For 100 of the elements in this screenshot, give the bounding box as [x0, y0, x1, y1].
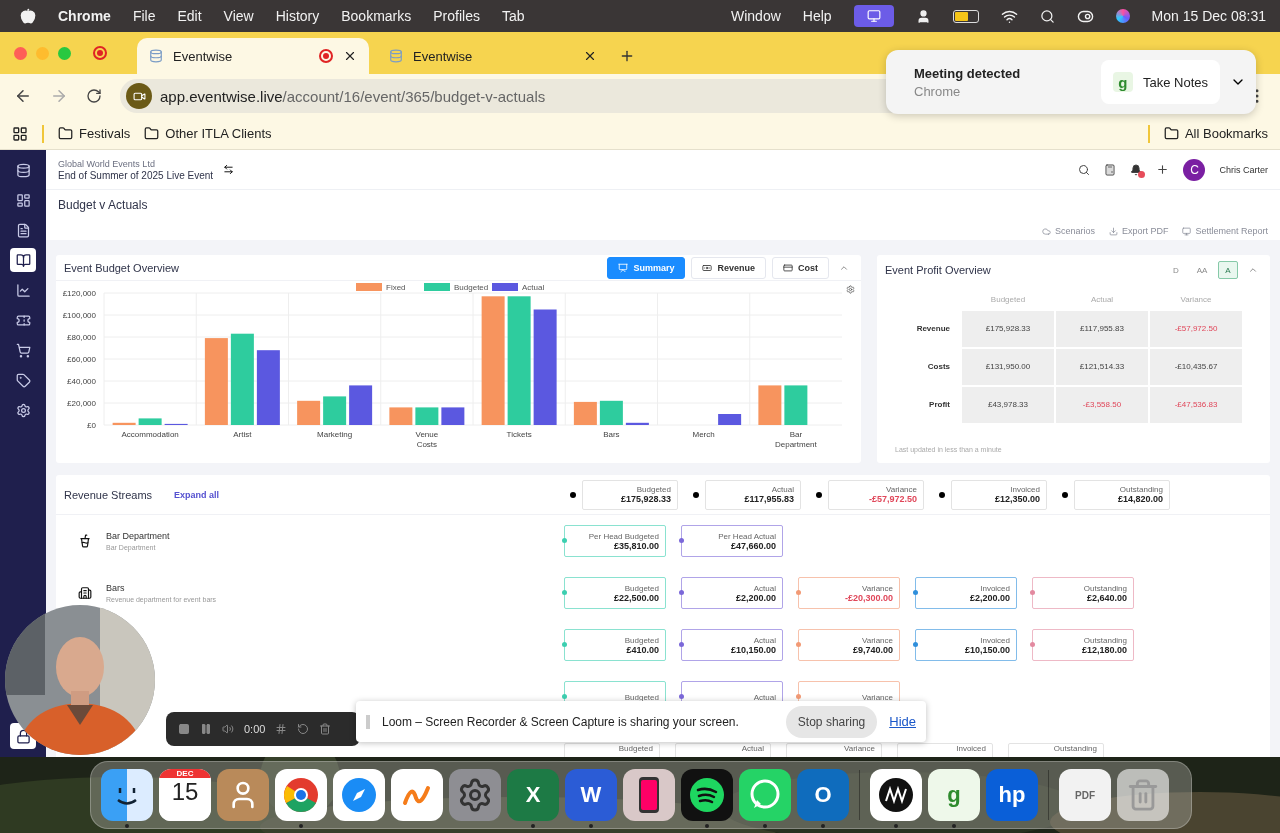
dock-app[interactable]: hp	[986, 769, 1038, 821]
dock-app[interactable]: PDF	[1059, 769, 1111, 821]
user-avatar[interactable]: C	[1183, 158, 1206, 181]
legend-item[interactable]: Actual	[492, 283, 545, 292]
dock-app[interactable]	[623, 769, 675, 821]
column-header: Budgeted	[989, 294, 1027, 306]
dock-app[interactable]: O	[797, 769, 849, 821]
dock-app[interactable]: X	[507, 769, 559, 821]
table-cell: £121,514.33	[1056, 349, 1148, 385]
record-icon	[93, 46, 107, 60]
legend-item[interactable]: Fixed	[356, 283, 406, 292]
take-notes-button[interactable]: g Take Notes	[1100, 60, 1220, 104]
settings-icon[interactable]	[846, 285, 855, 294]
view-toggle[interactable]: Revenue	[691, 256, 766, 279]
dock-app[interactable]: DEC 15	[159, 769, 211, 821]
metric-label: Budgeted	[624, 692, 659, 702]
add-icon[interactable]	[1156, 163, 1170, 176]
row-label: Revenue	[915, 323, 951, 335]
search-icon[interactable]	[1039, 8, 1055, 24]
user-icon[interactable]	[915, 8, 931, 24]
bookmark-folder[interactable]: All Bookmarks	[1163, 126, 1268, 141]
reload-icon[interactable]	[86, 88, 102, 104]
dock-app[interactable]	[681, 769, 733, 821]
axis-label: Tickets	[506, 430, 532, 439]
chart-icon	[15, 282, 31, 298]
stop-icon[interactable]	[178, 723, 190, 735]
battery-icon[interactable]	[952, 9, 979, 23]
apple-icon[interactable]	[20, 8, 36, 24]
dock-app[interactable]	[739, 769, 791, 821]
siri-icon[interactable]	[1115, 9, 1130, 23]
search-icon[interactable]	[1078, 163, 1091, 176]
back-icon[interactable]	[14, 87, 32, 105]
pause-icon[interactable]	[200, 723, 212, 735]
restart-icon[interactable]	[297, 723, 310, 735]
metric-label: Outstanding	[1083, 635, 1127, 645]
expand-all-link[interactable]: Expand all	[174, 489, 220, 500]
action-link[interactable]: Export PDF	[1108, 226, 1169, 236]
metric-value: -£57,972.50	[868, 494, 917, 504]
browser-tab[interactable]: Eventwise	[377, 38, 609, 74]
menu-item[interactable]: Profiles	[433, 8, 480, 24]
action-link[interactable]: Settlement Report	[1182, 226, 1268, 236]
apps-icon[interactable]	[12, 125, 28, 142]
close-tab-icon[interactable]	[343, 49, 357, 63]
dock-divider	[1048, 770, 1049, 820]
metric-label: Budgeted	[618, 744, 653, 753]
dock-app[interactable]	[870, 769, 922, 821]
cloud-icon	[1041, 226, 1051, 236]
browser-tab[interactable]: Eventwise	[137, 38, 369, 74]
metric-label: Invoiced	[1010, 485, 1040, 494]
metric-label: Actual	[753, 583, 776, 593]
calculator-icon[interactable]	[1104, 163, 1117, 176]
sidebar-item[interactable]	[10, 248, 36, 272]
action-link[interactable]: Scenarios	[1041, 226, 1095, 236]
close-tab-icon[interactable]	[583, 49, 597, 63]
page-title: Budget v Actuals	[58, 198, 149, 212]
stream-name[interactable]: Bar Department	[106, 531, 170, 541]
view-toggle[interactable]: Cost	[772, 256, 829, 279]
table-cell: -£57,972.50	[1150, 311, 1242, 347]
menu-item[interactable]: Window	[731, 8, 781, 24]
stream-name[interactable]: Bars	[106, 583, 217, 593]
speaker-icon[interactable]	[222, 723, 234, 735]
notification-title: Meeting detected	[914, 65, 1022, 81]
hide-link[interactable]: Hide	[889, 714, 916, 729]
delete-icon[interactable]	[319, 723, 332, 735]
menu-item[interactable]: Chrome	[58, 8, 111, 24]
axis-label: £120,000	[62, 289, 96, 298]
metric-label: Invoiced	[980, 635, 1010, 645]
bookmark-folder[interactable]: Other ITLA Clients	[144, 126, 272, 141]
dock-app[interactable]: W	[565, 769, 617, 821]
bookmark-folder[interactable]: Festivals	[58, 126, 131, 141]
menu-item[interactable]: Help	[802, 8, 832, 24]
bell-icon[interactable]	[1130, 163, 1143, 176]
clock[interactable]: Mon 15 Dec 08:31	[1151, 8, 1266, 24]
screen-share-icon[interactable]	[853, 5, 894, 27]
legend-item[interactable]: Budgeted	[424, 283, 489, 292]
card-icon	[783, 262, 793, 273]
metric-value: £35,810.00	[613, 540, 659, 551]
level-toggle[interactable]: AA	[1192, 261, 1212, 279]
dock-app[interactable]	[101, 769, 153, 821]
gear-icon	[457, 777, 493, 813]
menu-item[interactable]: Bookmarks	[341, 8, 412, 24]
hash-icon[interactable]	[275, 723, 288, 735]
dock-app[interactable]: g	[928, 769, 980, 821]
level-toggle[interactable]: A	[1218, 261, 1238, 279]
new-tab-icon[interactable]	[619, 48, 635, 64]
menu-item[interactable]: History	[275, 8, 320, 24]
menu-item[interactable]: Edit	[177, 8, 202, 24]
chart-bar	[599, 400, 623, 425]
user-name[interactable]: Chris Carter	[1219, 164, 1268, 175]
axis-label: Accommodation	[121, 430, 179, 439]
axis-label: Venue Costs	[415, 430, 439, 449]
menu-item[interactable]: File	[132, 8, 156, 24]
metric-label: Variance	[862, 692, 893, 702]
stop-sharing-button[interactable]: Stop sharing	[785, 705, 878, 738]
menu-item[interactable]: View	[223, 8, 254, 24]
menu-item[interactable]: Tab	[501, 8, 525, 24]
bullet-dot	[693, 491, 699, 498]
switch-icon[interactable]	[223, 164, 235, 175]
level-toggle[interactable]: D	[1166, 261, 1186, 279]
row-label: Profit	[928, 399, 951, 411]
